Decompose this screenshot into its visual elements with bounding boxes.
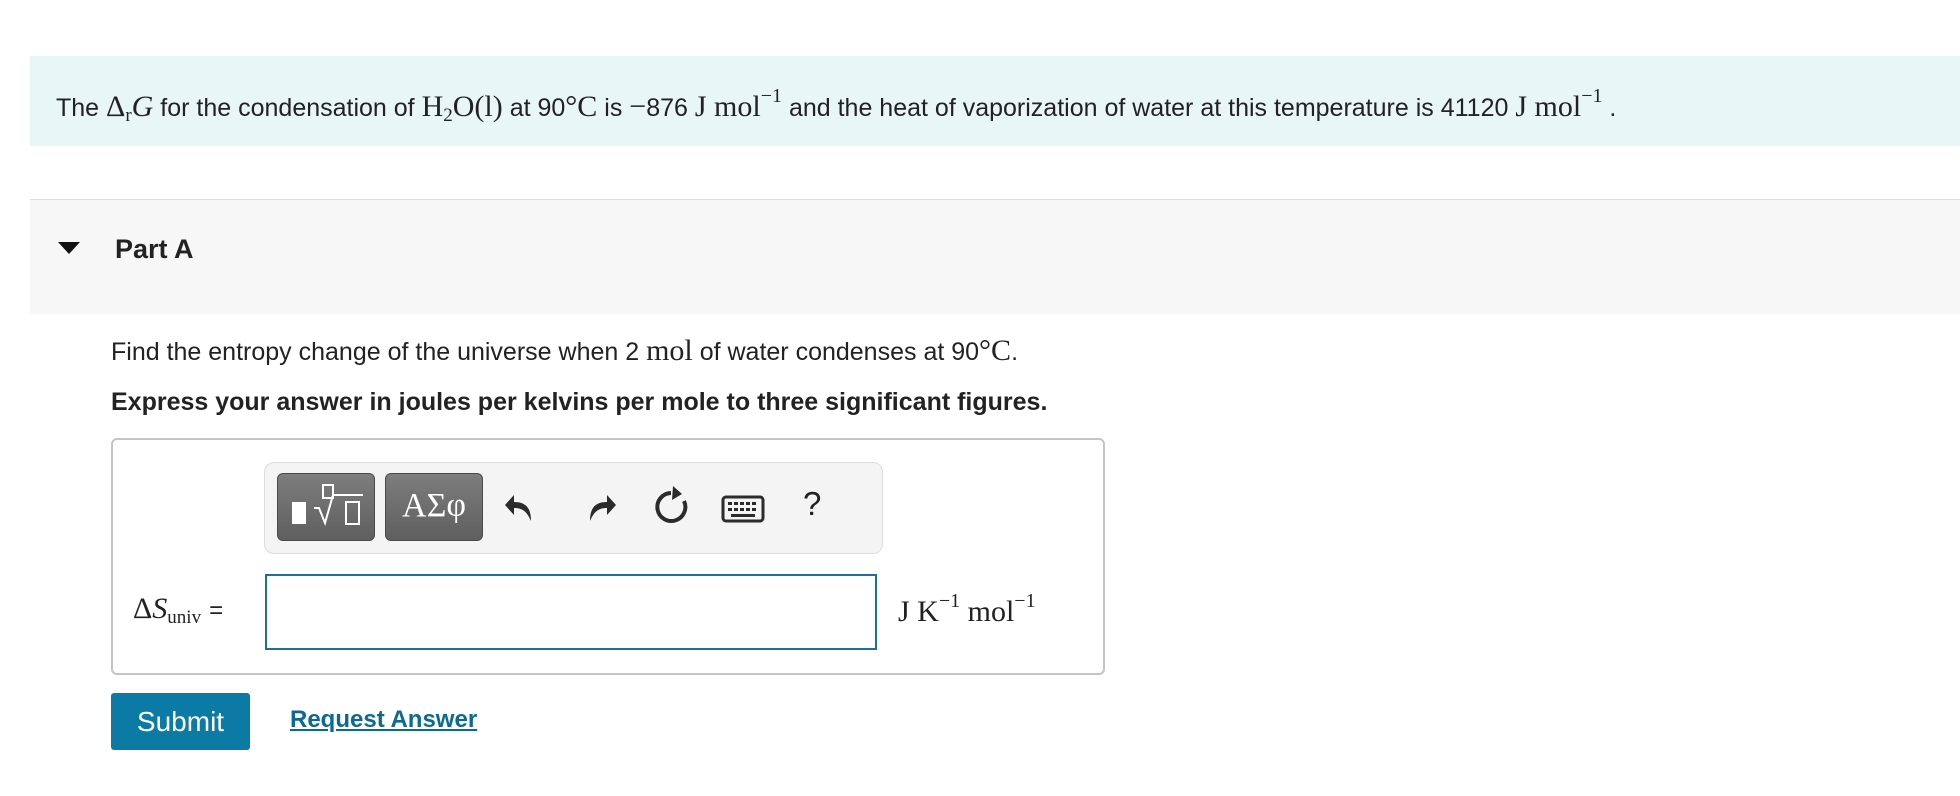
help-button[interactable]: ?	[803, 485, 821, 523]
problem-text-part: .	[1609, 94, 1617, 122]
problem-value: 876	[646, 94, 695, 122]
answer-box: ΑΣφ ? ΔSuniv = J K−1 mol−1	[111, 438, 1105, 675]
redo-icon[interactable]	[576, 485, 620, 529]
formula-h: H	[421, 90, 444, 123]
unit-text: J mol	[694, 90, 761, 123]
problem-statement: The ΔrG for the condensation of H2O(l) a…	[30, 56, 1960, 146]
part-title[interactable]: Part A	[115, 234, 194, 265]
problem-text-part: is	[604, 94, 630, 122]
answer-input[interactable]	[265, 574, 877, 650]
undo-icon[interactable]	[501, 485, 545, 529]
answer-label: ΔSuniv =	[133, 592, 223, 629]
question-text-part: Find the entropy change of the universe …	[111, 338, 647, 366]
problem-text-part: at 90	[509, 94, 566, 122]
unit-j-per-mol: J mol−1	[694, 85, 782, 123]
submit-button[interactable]: Submit	[111, 693, 250, 750]
unit-text: J mol	[1515, 90, 1582, 123]
greek-symbols-button[interactable]: ΑΣφ	[385, 473, 483, 541]
mol-unit: mol	[646, 334, 693, 367]
univ-subscript: univ	[167, 607, 202, 628]
g-symbol: G	[131, 90, 154, 123]
unit-exponent: −1	[938, 590, 961, 612]
question-text-part: .	[1011, 338, 1019, 366]
collapse-caret-icon[interactable]	[58, 242, 80, 254]
problem-text: The ΔrG for the condensation of H2O(l) a…	[56, 85, 1616, 127]
water-formula: H2O(l)	[421, 90, 503, 126]
unit-exponent: −1	[760, 85, 782, 107]
formula-subscript: 2	[443, 105, 453, 126]
delta-r-g-expression: ΔrG	[106, 90, 154, 126]
equals-sign: =	[209, 597, 224, 624]
reset-icon[interactable]	[649, 485, 693, 529]
unit-j-per-mol: J mol−1	[1515, 85, 1602, 123]
question-text-part: of water condenses at 90	[692, 338, 980, 366]
degrees-celsius: °C	[565, 90, 598, 123]
answer-instruction: Express your answer in joules per kelvin…	[111, 388, 1048, 416]
templates-button[interactable]	[277, 473, 375, 541]
problem-text-part: for the condensation of	[160, 94, 422, 122]
problem-text-part: The	[56, 94, 107, 122]
math-toolbar: ΑΣφ ?	[264, 462, 883, 554]
unit-exponent: −1	[1581, 85, 1603, 107]
keyboard-icon[interactable]	[720, 485, 766, 529]
minus-sign: −	[629, 90, 647, 123]
part-a-header[interactable]: Part A	[30, 199, 1960, 314]
formula-o-liquid: O(l)	[452, 90, 503, 123]
unit-text: mol	[960, 595, 1015, 628]
problem-text-part: and the heat of vaporization of water at…	[788, 94, 1516, 122]
answer-units: J K−1 mol−1	[898, 590, 1036, 629]
delta-symbol: Δ	[133, 592, 153, 625]
s-symbol: S	[152, 592, 168, 625]
delta-symbol: Δ	[106, 90, 126, 123]
fraction-radical-templates-icon	[292, 484, 363, 527]
unit-text: J K	[898, 595, 939, 628]
question-text: Find the entropy change of the universe …	[111, 334, 1018, 368]
degrees-celsius: °C	[979, 334, 1012, 367]
unit-exponent: −1	[1014, 590, 1036, 612]
request-answer-link[interactable]: Request Answer	[290, 706, 477, 734]
